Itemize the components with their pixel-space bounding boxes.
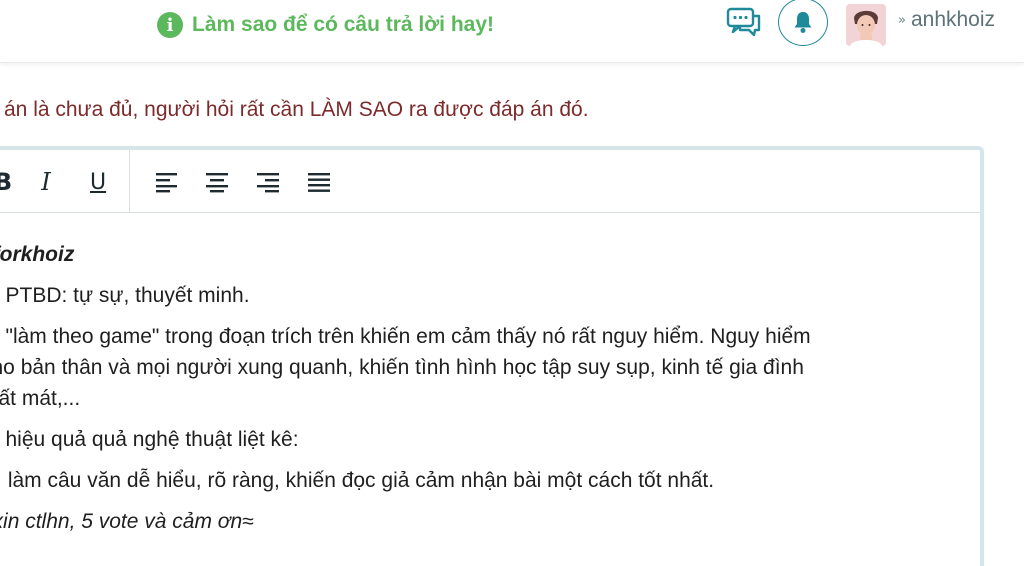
align-left-icon[interactable] [152, 168, 182, 196]
answer-editor[interactable]: B I U #forkhoiz 1) PTBD: tự sự, [0, 146, 984, 566]
answer-line-4: → làm câu văn dễ hiểu, rõ ràng, khiến đọ… [0, 469, 715, 492]
align-center-icon[interactable] [202, 168, 232, 196]
answer-line-2a: 2) "làm theo game" trong đoạn trích trên… [0, 325, 811, 348]
answer-line-2b: cho bản thân và mọi người xung quanh, kh… [0, 356, 804, 379]
editor-toolbar: B I U [0, 150, 980, 213]
answer-tip[interactable]: i Làm sao để có câu trả lời hay! [157, 10, 494, 40]
bell-icon [794, 12, 812, 33]
chevron-down-icon: » [898, 12, 906, 28]
top-bar: i Làm sao để có câu trả lời hay! » anhkh… [0, 0, 1024, 63]
underline-button[interactable]: U [83, 168, 113, 196]
user-menu[interactable]: » anhkhoiz [898, 5, 995, 35]
answer-footer: ≈xin ctlhn, 5 vote và cảm ơn≈ [0, 510, 254, 533]
chat-icon[interactable] [724, 5, 764, 41]
italic-button[interactable]: I [31, 168, 61, 196]
avatar[interactable] [846, 4, 886, 46]
editor-content[interactable]: #forkhoiz 1) PTBD: tự sự, thuyết minh. 2… [0, 218, 980, 537]
notification-button[interactable] [778, 0, 828, 46]
answer-tip-text: Làm sao để có câu trả lời hay! [192, 13, 495, 36]
answer-hint: án là chưa đủ, người hỏi rất cần LÀM SAO… [4, 98, 589, 121]
toolbar-divider [129, 150, 130, 212]
answer-line-3: 3) hiệu quả quả nghệ thuật liệt kê: [0, 428, 299, 451]
bold-button[interactable]: B [0, 168, 18, 196]
answer-line-1: 1) PTBD: tự sự, thuyết minh. [0, 284, 250, 307]
username: anhkhoiz [910, 8, 996, 31]
answer-line-2c: mất mát,... [0, 387, 81, 410]
answer-title: #forkhoiz [0, 243, 75, 266]
align-right-icon[interactable] [253, 168, 283, 196]
info-icon: i [157, 12, 183, 38]
align-justify-icon[interactable] [304, 168, 334, 196]
